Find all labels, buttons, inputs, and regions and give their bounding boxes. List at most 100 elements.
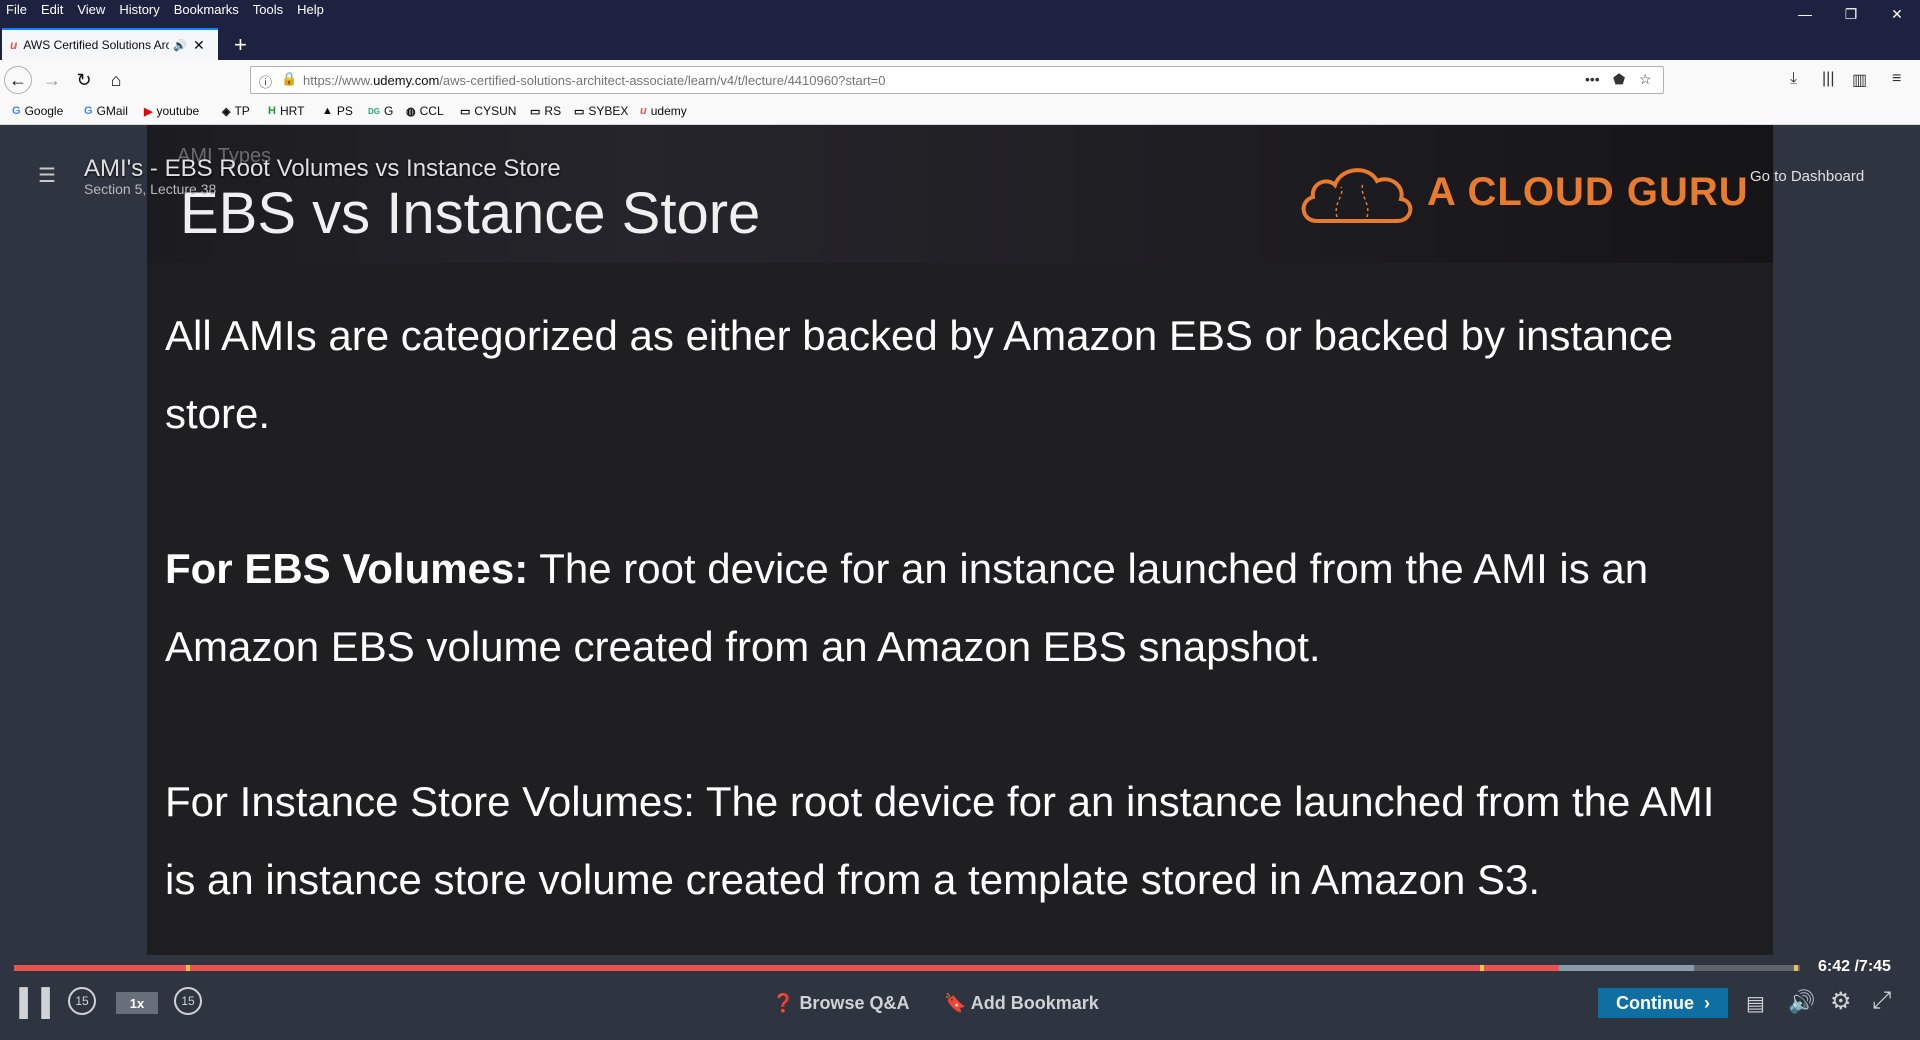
lecture-slide: AMI Types EBS vs Instance Store A CLOUD …: [147, 125, 1773, 955]
go-to-dashboard-link[interactable]: Go to Dashboard: [1750, 168, 1864, 185]
menu-help[interactable]: Help: [297, 2, 324, 17]
curriculum-menu-icon[interactable]: ☰: [38, 163, 56, 188]
slide-paragraph-3: For Instance Store Volumes: The root dev…: [165, 778, 1715, 903]
menu-tools[interactable]: Tools: [253, 2, 283, 17]
library-icon[interactable]: |||: [1822, 70, 1834, 88]
bookmark-rs[interactable]: ▭ RS: [530, 104, 561, 118]
rewind-15-icon: 15: [75, 994, 89, 1008]
page-actions-icon[interactable]: •••: [1585, 71, 1600, 87]
bookmark-label: SYBEX: [588, 104, 629, 118]
browse-qa-button[interactable]: ❓ Browse Q&A: [772, 993, 909, 1014]
acg-logo-text: A CLOUD GURU: [1427, 170, 1749, 214]
reload-icon: ↻: [76, 69, 92, 90]
home-icon: ⌂: [110, 69, 122, 90]
bookmark-cysun[interactable]: ▭ CYSUN: [460, 104, 516, 118]
menu-history[interactable]: History: [119, 2, 159, 17]
bookmark-icon: 🔖: [944, 993, 967, 1013]
new-tab-button[interactable]: +: [234, 32, 247, 58]
bookmark-google[interactable]: G Google: [12, 104, 63, 118]
slide-body: All AMIs are categorized as either backe…: [165, 297, 1755, 919]
bookmark-youtube[interactable]: ▶ youtube: [144, 104, 199, 118]
video-player[interactable]: AMI Types EBS vs Instance Store A CLOUD …: [0, 125, 1920, 1040]
bookmark-tp[interactable]: ◈ TP: [222, 104, 250, 118]
time-display: 6:42 /7:45: [1818, 958, 1891, 975]
url-path: /aws-certified-solutions-architect-assoc…: [439, 73, 886, 88]
bookmark-hrt[interactable]: H HRT: [268, 104, 304, 118]
progress-fill: [14, 965, 1559, 971]
bookmark-gmail[interactable]: G GMail: [84, 104, 128, 118]
progress-buffer: [1554, 965, 1694, 971]
bookmark-ps[interactable]: ▲ PS: [322, 104, 353, 118]
tab-strip: u AWS Certified Solutions Arc 🔊 ✕ +: [0, 20, 1920, 60]
youtube-icon: ▶: [144, 105, 153, 118]
info-icon[interactable]: ⓘ: [259, 72, 272, 91]
cloud-logo-icon: [1301, 168, 1413, 223]
speaker-icon[interactable]: 🔊: [173, 39, 187, 52]
fullscreen-button[interactable]: ⤢: [1872, 987, 1891, 1015]
folder-icon: ▭: [530, 105, 541, 118]
menu-file[interactable]: File: [6, 2, 27, 17]
download-icon[interactable]: ⤓: [1790, 70, 1797, 88]
google-icon: G: [12, 105, 21, 117]
bookmark-label: PS: [336, 104, 353, 118]
bookmark-g[interactable]: DG G: [368, 104, 393, 118]
lock-icon: 🔒: [281, 71, 298, 86]
sidebar-icon[interactable]: ▥: [1852, 70, 1867, 90]
bookmark-marker[interactable]: [1794, 965, 1798, 971]
continue-button[interactable]: Continue ›: [1598, 988, 1728, 1018]
slide-header: AMI Types EBS vs Instance Store A CLOUD …: [147, 125, 1773, 263]
forward-15-icon: 15: [181, 994, 195, 1008]
volume-button[interactable]: 🔊: [1788, 989, 1815, 1015]
bookmark-marker[interactable]: [186, 965, 190, 971]
menu-bookmarks[interactable]: Bookmarks: [174, 2, 239, 17]
url-bar[interactable]: ⓘ 🔒 https://www.udemy.com/aws-certified-…: [250, 66, 1664, 94]
ccl-icon: ◍: [406, 105, 416, 118]
bookmark-label: CCL: [419, 104, 444, 118]
slide-big-title: EBS vs Instance Store: [180, 181, 761, 246]
bookmark-label: HRT: [279, 104, 305, 118]
url-text[interactable]: https://www.udemy.com/aws-certified-solu…: [303, 73, 886, 88]
bookmark-label: Google: [24, 104, 64, 118]
hrt-icon: H: [268, 105, 276, 117]
pocket-icon[interactable]: ⬟: [1613, 71, 1625, 88]
home-button[interactable]: ⌂: [102, 66, 130, 94]
add-bookmark-button[interactable]: 🔖 Add Bookmark: [944, 993, 1099, 1014]
tab-udemy[interactable]: u AWS Certified Solutions Arc 🔊 ✕: [2, 28, 218, 60]
star-icon[interactable]: ☆: [1639, 71, 1652, 88]
slide-paragraph-1: All AMIs are categorized as either backe…: [165, 312, 1674, 437]
menu-edit[interactable]: Edit: [41, 2, 63, 17]
settings-button[interactable]: ⚙: [1830, 987, 1852, 1016]
tab-title: AWS Certified Solutions Arc: [23, 38, 170, 52]
add-bookmark-label: Add Bookmark: [970, 993, 1099, 1013]
forward-button[interactable]: 15: [174, 987, 202, 1015]
bookmark-ccl[interactable]: ◍ CCL: [406, 104, 444, 118]
reload-button[interactable]: ↻: [70, 66, 98, 94]
back-button[interactable]: ←: [4, 66, 32, 94]
forward-button[interactable]: →: [38, 66, 66, 94]
playback-rate-button[interactable]: 1x: [116, 992, 158, 1014]
menu-view[interactable]: View: [77, 2, 105, 17]
folder-icon: ▭: [574, 105, 585, 118]
question-icon: ❓: [772, 993, 795, 1013]
pause-button[interactable]: ▍▍: [20, 988, 64, 1019]
close-tab-icon[interactable]: ✕: [193, 37, 205, 54]
menu-bar: File Edit View History Bookmarks Tools H…: [0, 0, 1920, 22]
rewind-button[interactable]: 15: [68, 987, 96, 1015]
bookmark-udemy[interactable]: u udemy: [640, 104, 687, 118]
hamburger-menu-icon[interactable]: ≡: [1892, 70, 1901, 88]
tp-icon: ◈: [222, 105, 231, 118]
chevron-right-icon: ›: [1704, 992, 1710, 1013]
bookmark-sybex[interactable]: ▭ SYBEX: [574, 104, 628, 118]
udemy-favicon-icon: u: [10, 38, 18, 52]
bookmark-label: CYSUN: [474, 104, 517, 118]
bookmark-label: TP: [234, 104, 250, 118]
lecture-title: AMI's - EBS Root Volumes vs Instance Sto…: [84, 155, 561, 182]
arrow-right-icon: →: [43, 69, 61, 90]
progress-bar[interactable]: [14, 965, 1800, 971]
dg-icon: DG: [368, 106, 380, 116]
expand-icon: ⤢: [1872, 987, 1892, 1014]
captions-icon: ▤: [1746, 993, 1765, 1015]
captions-button[interactable]: ▤: [1746, 991, 1765, 1016]
bookmark-marker[interactable]: [1480, 965, 1484, 971]
nav-bar: ← → ↻ ⌂ ⓘ 🔒 https://www.udemy.com/aws-ce…: [0, 60, 1920, 101]
